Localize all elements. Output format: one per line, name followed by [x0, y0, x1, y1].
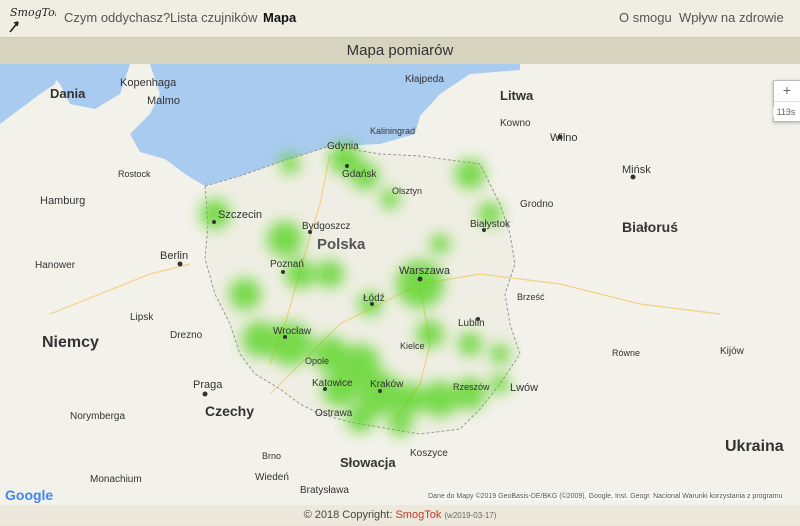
- page-title: Mapa pomiarów: [0, 38, 800, 64]
- city-label: Gdynia: [327, 141, 359, 152]
- country-label-ukraina: Ukraina: [725, 438, 784, 455]
- google-logo[interactable]: Google: [5, 487, 53, 503]
- city-label: Kielce: [400, 341, 425, 351]
- city-label: Gdańsk: [342, 169, 377, 180]
- city-label: Hamburg: [40, 195, 85, 207]
- city-label: Równe: [612, 348, 640, 358]
- country-label-litwa: Litwa: [500, 88, 534, 103]
- city-label: Wiedeń: [255, 472, 289, 483]
- city-label: Monachium: [90, 474, 142, 485]
- logo-text: SmogTok: [10, 6, 56, 19]
- city-label: Bratysława: [300, 485, 349, 496]
- city-label: Lublin: [458, 318, 485, 329]
- city-label: Ostrawa: [315, 408, 353, 419]
- footer-brand-link[interactable]: SmogTok: [395, 509, 441, 521]
- city-label: Brno: [262, 451, 281, 461]
- city-label: Poznań: [270, 259, 304, 270]
- nav-link-mapa[interactable]: Mapa: [263, 10, 296, 25]
- city-label: Wilno: [550, 132, 578, 144]
- city-label: Malmo: [147, 95, 180, 107]
- city-label: Grodno: [520, 199, 554, 210]
- nav-link-czym-oddychasz[interactable]: Czym oddychasz?: [64, 10, 170, 25]
- city-label: Praga: [193, 379, 223, 391]
- city-label: Kraków: [370, 379, 404, 390]
- country-label-polska: Polska: [317, 236, 366, 253]
- map-attribution[interactable]: Dane do Mapy ©2019 GeoBasis-DE/BKG (©200…: [428, 493, 783, 500]
- city-label: Katowice: [312, 378, 353, 389]
- map-view[interactable]: Polska Niemcy Czechy Słowacja Litwa Biał…: [0, 64, 800, 505]
- city-label: Rostock: [118, 169, 151, 179]
- nav-link-wplyw-na-zdrowie[interactable]: Wpływ na zdrowie: [679, 10, 784, 25]
- smogtok-logo[interactable]: SmogTok: [4, 2, 56, 34]
- country-label-dania: Dania: [50, 86, 86, 101]
- city-label: Kijów: [720, 346, 745, 357]
- city-label: Berlin: [160, 250, 188, 262]
- country-label-bialorus: Białoruś: [622, 219, 678, 235]
- city-label: Drezno: [170, 330, 203, 341]
- city-label: Lipsk: [130, 312, 154, 323]
- city-label: Rzeszów: [453, 382, 490, 392]
- city-label: Norymberga: [70, 411, 125, 422]
- top-navbar: SmogTok Czym oddychasz? Lista czujników …: [0, 0, 800, 38]
- map-canvas[interactable]: Polska Niemcy Czechy Słowacja Litwa Biał…: [0, 64, 800, 505]
- country-label-niemcy: Niemcy: [42, 334, 99, 351]
- city-label: Mińsk: [622, 164, 651, 176]
- city-label: Koszyce: [410, 448, 448, 459]
- zoom-in-button[interactable]: +: [774, 81, 800, 102]
- version-text: (w2019-03-17): [444, 511, 497, 520]
- country-label-slowacja: Słowacja: [340, 455, 396, 470]
- footer: © 2018 Copyright: SmogTok (w2019-03-17): [0, 505, 800, 525]
- nav-link-o-smogu[interactable]: O smogu: [619, 10, 672, 25]
- city-label: Łódź: [363, 293, 385, 304]
- city-label: Hanower: [35, 260, 76, 271]
- zoom-level: 113s: [773, 107, 799, 117]
- copyright-text: © 2018 Copyright:: [303, 509, 393, 521]
- city-label: Brześć: [517, 292, 545, 302]
- city-label: Kłajpeda: [405, 74, 444, 85]
- nav-link-lista-czujnikow[interactable]: Lista czujników: [170, 10, 257, 25]
- city-label: Kaliningrad: [370, 126, 415, 136]
- city-label: Wrocław: [273, 326, 312, 337]
- city-label: Warszawa: [399, 265, 451, 277]
- city-label: Szczecin: [218, 209, 262, 221]
- city-label: Opole: [305, 356, 329, 366]
- city-label: Kowno: [500, 118, 531, 129]
- city-label: Lwów: [510, 382, 538, 394]
- city-label: Olsztyn: [392, 186, 422, 196]
- google-logo-text: Google: [5, 487, 54, 503]
- country-label-czechy: Czechy: [205, 403, 254, 419]
- city-label: Kopenhaga: [120, 77, 177, 89]
- city-label: Białystok: [470, 219, 511, 230]
